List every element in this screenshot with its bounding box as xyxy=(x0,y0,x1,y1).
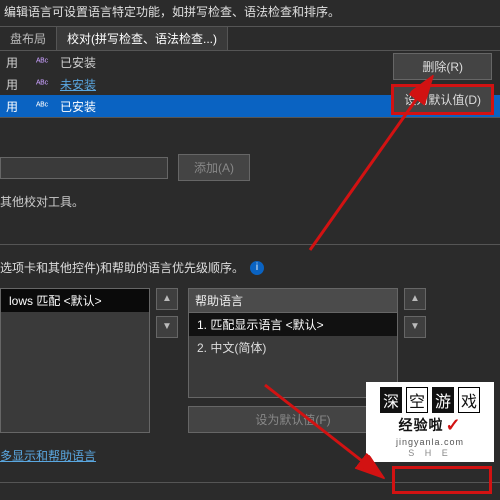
more-languages-link[interactable]: 多显示和帮助语言 xyxy=(0,433,96,464)
logo-char: 游 xyxy=(432,387,454,413)
annotation-arrow-icon xyxy=(300,70,450,260)
header-description: 编辑语言可设置语言特定功能，如拼写检查、语法检查和排序。 xyxy=(0,0,500,26)
enable-cell: 用 xyxy=(6,98,30,115)
help-language-header: 帮助语言 xyxy=(189,289,397,313)
bottom-highlight xyxy=(392,466,492,494)
logo-char: 空 xyxy=(406,387,428,413)
move-down-button[interactable]: ▼ xyxy=(156,316,178,338)
add-button[interactable]: 添加(A) xyxy=(178,154,250,181)
left-arrows: ▲ ▼ xyxy=(156,288,178,433)
logo-shen: S H E xyxy=(408,448,452,458)
move-down-button[interactable]: ▼ xyxy=(404,316,426,338)
logo-char: 戏 xyxy=(458,387,480,413)
list-item[interactable]: lows 匹配 <默认> xyxy=(1,289,149,312)
svg-text:ᴬᴮᶜ: ᴬᴮᶜ xyxy=(36,57,49,68)
tab-layout[interactable]: 盘布局 xyxy=(0,27,57,50)
logo-sub: 经验啦✓ xyxy=(398,415,461,436)
abc-icon: ᴬᴮᶜ xyxy=(30,54,60,71)
info-icon[interactable]: i xyxy=(250,261,264,275)
display-language-list[interactable]: lows 匹配 <默认> xyxy=(0,288,150,433)
enable-cell: 用 xyxy=(6,54,30,71)
left-pane: lows 匹配 <默认> ▲ ▼ xyxy=(0,288,178,433)
move-up-button[interactable]: ▲ xyxy=(404,288,426,310)
abc-icon: ᴬᴮᶜ xyxy=(30,76,60,93)
move-up-button[interactable]: ▲ xyxy=(156,288,178,310)
logo-url: jingyanla.com xyxy=(396,437,464,447)
annotation-arrow-icon xyxy=(260,380,400,490)
svg-text:ᴬᴮᶜ: ᴬᴮᶜ xyxy=(36,79,49,90)
enable-cell: 用 xyxy=(6,76,30,93)
language-select[interactable] xyxy=(0,157,168,179)
list-item[interactable]: 1. 匹配显示语言 <默认> xyxy=(189,313,397,336)
svg-text:ᴬᴮᶜ: ᴬᴮᶜ xyxy=(36,101,49,112)
priority-text: 选项卡和其他控件)和帮助的语言优先级顺序。 xyxy=(0,259,244,276)
abc-icon: ᴬᴮᶜ xyxy=(30,98,60,115)
tab-proofing[interactable]: 校对(拼写检查、语法检查...) xyxy=(57,27,228,50)
list-item[interactable]: 2. 中文(简体) xyxy=(189,336,397,359)
tab-row: 盘布局 校对(拼写检查、语法检查...) xyxy=(0,26,500,51)
checkmark-icon: ✓ xyxy=(445,415,461,436)
